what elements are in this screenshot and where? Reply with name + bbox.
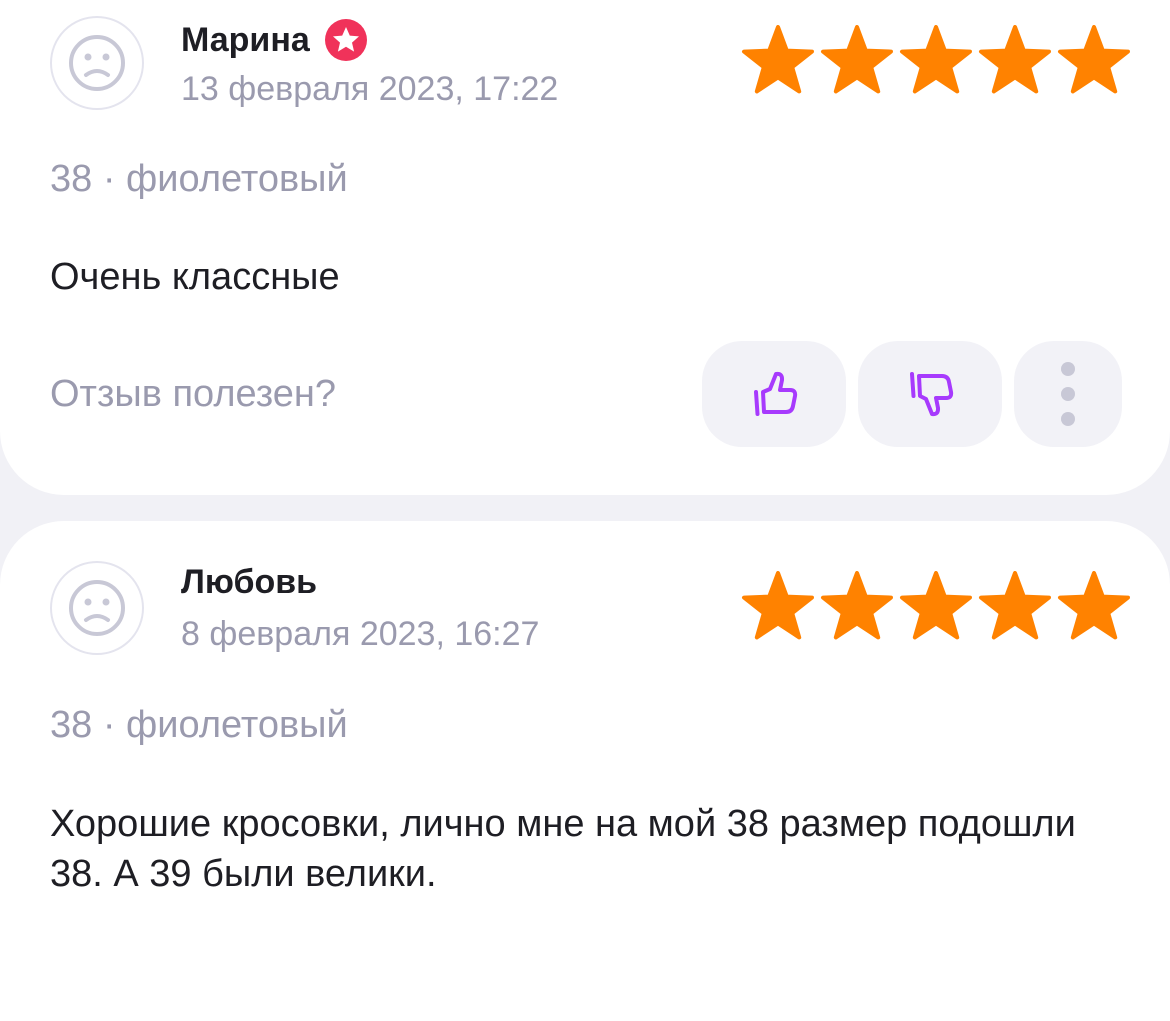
- dislike-button[interactable]: [858, 341, 1002, 447]
- review-text: Хорошие кросовки, лично мне на мой 38 ра…: [50, 803, 1076, 895]
- star-icon: [1058, 571, 1130, 640]
- author-name: Марина: [181, 20, 310, 59]
- star-icon: [900, 571, 972, 640]
- review-date: 8 февраля 2023, 16:27: [181, 615, 540, 653]
- star-badge-icon: [324, 19, 367, 61]
- review-variant: 38 · фиолетовый: [50, 158, 348, 200]
- review-author: Любовь: [181, 563, 317, 602]
- like-button[interactable]: [702, 341, 846, 447]
- author-name: Любовь: [181, 563, 318, 601]
- star-icon: [979, 25, 1051, 94]
- avatar: [50, 16, 144, 110]
- thumbs-down-icon: [910, 372, 954, 417]
- review-card: Любовь 8 февраля 2023, 16:27 38 · фиолет…: [0, 521, 1170, 1021]
- star-icon: [821, 571, 893, 640]
- rating-stars: [740, 25, 1132, 95]
- thumbs-up-icon: [754, 371, 798, 416]
- sad-face-icon: [69, 35, 125, 91]
- star-icon: [1058, 25, 1130, 94]
- helpful-prompt: Отзыв полезен?: [50, 373, 337, 415]
- more-vertical-icon: [1061, 362, 1075, 426]
- rating-stars: [740, 571, 1132, 641]
- review-variant: 38 · фиолетовый: [50, 704, 348, 746]
- review-date: 13 февраля 2023, 17:22: [181, 70, 559, 108]
- review-text: Очень классные: [50, 256, 340, 298]
- sad-face-icon: [69, 580, 125, 636]
- review-author: Марина: [181, 18, 368, 62]
- star-icon: [742, 571, 814, 640]
- more-button[interactable]: [1014, 341, 1122, 447]
- review-card: Марина 13 февраля 2023, 17:22 38 · фиоле…: [0, 0, 1170, 495]
- star-icon: [900, 25, 972, 94]
- star-icon: [979, 571, 1051, 640]
- avatar: [50, 561, 144, 655]
- star-icon: [821, 25, 893, 94]
- star-icon: [742, 25, 814, 94]
